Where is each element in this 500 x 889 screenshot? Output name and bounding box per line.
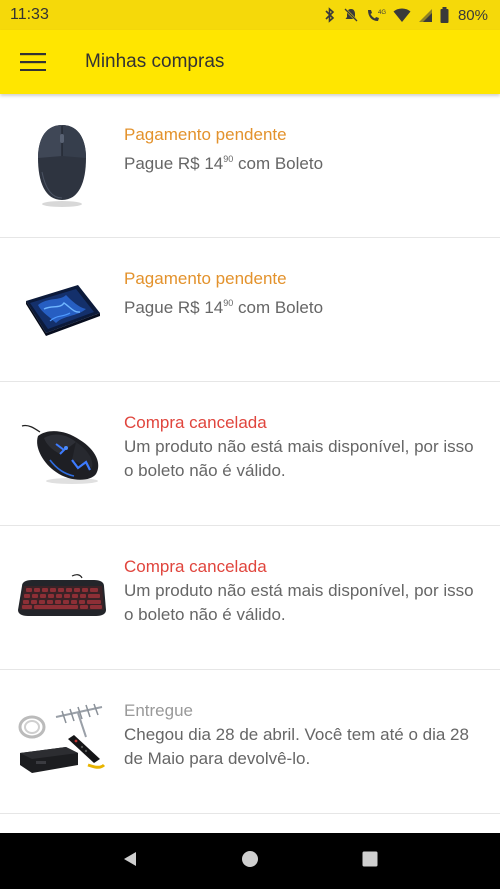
price-text: Pague R$ 14 bbox=[124, 298, 224, 317]
status-icons: 4G 80% bbox=[324, 6, 488, 24]
purchase-item[interactable]: Compra cancelada Um produto não está mai… bbox=[0, 382, 500, 526]
product-image-gaming-mouse bbox=[14, 408, 110, 498]
bluetooth-icon bbox=[324, 6, 336, 24]
status-time: 11:33 bbox=[10, 6, 49, 23]
price-cents: 90 bbox=[223, 298, 234, 308]
purchase-status: Pagamento pendente bbox=[124, 125, 287, 144]
purchase-status: Entregue bbox=[124, 701, 193, 720]
app-bar: Minhas compras bbox=[0, 30, 500, 94]
purchase-list: Pagamento pendente Pague R$ 1490 com Bol… bbox=[0, 94, 500, 814]
purchase-text: Compra cancelada Um produto não está mai… bbox=[124, 411, 482, 483]
purchase-item[interactable]: Pagamento pendente Pague R$ 1490 com Bol… bbox=[0, 94, 500, 238]
purchase-description: Um produto não está mais disponível, por… bbox=[124, 581, 474, 624]
back-icon bbox=[121, 850, 139, 873]
purchase-description: Chegou dia 28 de abril. Você tem até o d… bbox=[124, 725, 469, 768]
purchase-description: Um produto não está mais disponível, por… bbox=[124, 437, 474, 480]
purchase-text: Entregue Chegou dia 28 de abril. Você te… bbox=[124, 699, 482, 771]
home-button[interactable] bbox=[230, 841, 270, 881]
purchase-text: Pagamento pendente Pague R$ 1490 com Bol… bbox=[124, 123, 482, 176]
hamburger-menu-icon bbox=[20, 53, 46, 71]
product-image-mouse bbox=[14, 120, 110, 210]
recents-button[interactable] bbox=[350, 841, 390, 881]
call-icon: 4G bbox=[366, 6, 386, 24]
network-type: 4G bbox=[378, 10, 386, 16]
price-text: Pague R$ 14 bbox=[124, 154, 224, 173]
recents-icon bbox=[361, 850, 379, 873]
product-image-tv-antenna-kit bbox=[14, 696, 110, 786]
menu-button[interactable] bbox=[0, 30, 66, 94]
wifi-icon bbox=[393, 6, 411, 24]
page-title: Minhas compras bbox=[85, 51, 225, 72]
price-cents: 90 bbox=[223, 154, 234, 164]
back-button[interactable] bbox=[110, 841, 150, 881]
purchase-item[interactable]: Pagamento pendente Pague R$ 1490 com Bol… bbox=[0, 238, 500, 382]
signal-icon bbox=[418, 6, 433, 24]
purchase-status: Compra cancelada bbox=[124, 557, 267, 576]
product-image-keyboard bbox=[14, 552, 110, 642]
screen: 11:33 4G 80% Minhas compras Pagamento pe… bbox=[0, 0, 500, 889]
purchase-text: Compra cancelada Um produto não está mai… bbox=[124, 555, 482, 627]
payment-method-text: com Boleto bbox=[233, 298, 324, 317]
battery-percentage: 80% bbox=[457, 6, 488, 24]
purchase-status: Compra cancelada bbox=[124, 413, 267, 432]
payment-method-text: com Boleto bbox=[233, 154, 324, 173]
purchase-item[interactable]: Compra cancelada Um produto não está mai… bbox=[0, 526, 500, 670]
status-bar: 11:33 4G 80% bbox=[0, 0, 500, 30]
navigation-bar bbox=[0, 833, 500, 889]
product-image-mousepad bbox=[14, 264, 110, 354]
purchase-description: Pague R$ 1490 com Boleto bbox=[124, 147, 482, 176]
purchase-item[interactable]: Entregue Chegou dia 28 de abril. Você te… bbox=[0, 670, 500, 814]
purchase-description: Pague R$ 1490 com Boleto bbox=[124, 291, 482, 320]
purchase-status: Pagamento pendente bbox=[124, 269, 287, 288]
purchase-text: Pagamento pendente Pague R$ 1490 com Bol… bbox=[124, 267, 482, 320]
battery-icon bbox=[440, 6, 449, 24]
home-icon bbox=[241, 850, 259, 873]
mute-icon bbox=[343, 6, 359, 24]
